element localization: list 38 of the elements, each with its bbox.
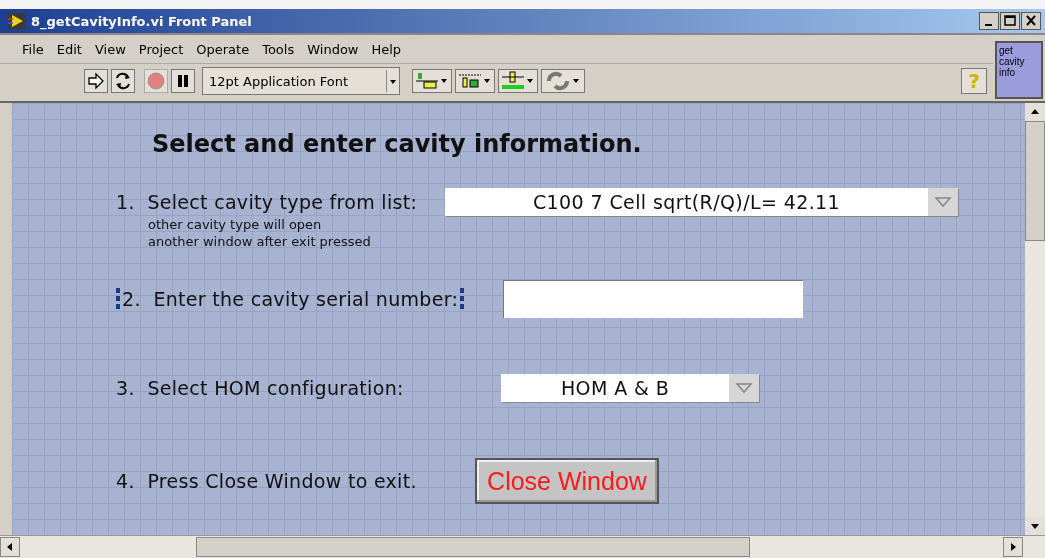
step-label: 4. Press Close Window to exit. — [116, 470, 417, 492]
serial-number-field[interactable] — [503, 280, 803, 318]
scroll-left-icon[interactable] — [0, 537, 20, 557]
close-icon[interactable] — [1021, 12, 1041, 30]
menu-item[interactable]: Tools — [262, 41, 295, 57]
window-title: 8_getCavityInfo.vi Front Panel — [31, 13, 252, 29]
step-note: other cavity type will open another window after exit pressed — [148, 216, 371, 250]
step-label: 2. Enter the cavity serial number: — [122, 288, 459, 310]
selection-handle[interactable] — [460, 288, 465, 310]
labview-vi-icon — [8, 13, 26, 29]
horizontal-scrollbar-thumb[interactable] — [196, 537, 750, 557]
dropdown-control[interactable]: HOM A & B — [501, 374, 759, 402]
dropdown-control[interactable]: C100 7 Cell sqrt(R/Q)/L= 42.11 — [445, 188, 958, 216]
panel-heading: Select and enter cavity information. — [152, 130, 642, 158]
pause-icon[interactable] — [171, 69, 195, 93]
menu-item[interactable]: File — [22, 41, 44, 57]
scroll-right-icon[interactable] — [1003, 537, 1023, 557]
selection-handle[interactable] — [116, 288, 120, 310]
step-label: 1. Select cavity type from list: — [116, 191, 418, 213]
scroll-down-icon[interactable] — [1025, 517, 1045, 535]
vertical-scrollbar-thumb[interactable] — [1025, 121, 1045, 241]
menu-item[interactable]: Edit — [56, 41, 82, 57]
step-label: 3. Select HOM configuration: — [116, 377, 404, 399]
menu-item[interactable]: Operate — [196, 41, 250, 57]
resize-objects-icon[interactable] — [498, 69, 538, 93]
menu-item[interactable]: View — [94, 41, 126, 57]
scroll-up-icon[interactable] — [1025, 103, 1045, 121]
distribute-objects-icon[interactable] — [455, 69, 495, 93]
menu-item[interactable]: Project — [138, 41, 184, 57]
menu-item[interactable]: Window — [307, 41, 359, 57]
menu-item[interactable]: Help — [371, 41, 402, 57]
align-objects-icon[interactable] — [412, 69, 452, 93]
minimize-icon[interactable] — [979, 12, 999, 30]
font-dropdown[interactable]: 12pt Application Font — [202, 67, 400, 95]
maximize-icon[interactable] — [1000, 12, 1020, 30]
run-continuously-icon[interactable] — [111, 69, 135, 93]
dropdown-arrow-icon — [386, 70, 399, 92]
vi-icon-label: get cavity info — [995, 41, 1043, 99]
